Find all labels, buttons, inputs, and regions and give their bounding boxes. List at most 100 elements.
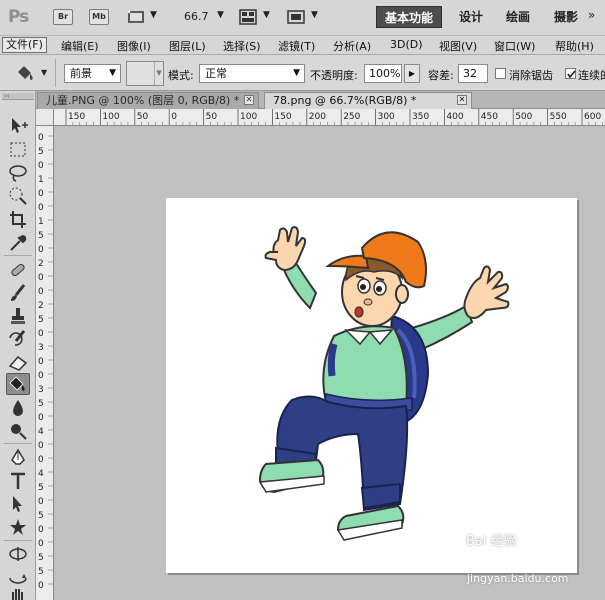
- tools-panel: ‹‹: [0, 91, 36, 600]
- lasso-icon: [9, 165, 27, 182]
- launch-mini-bridge-button[interactable]: Mb: [89, 9, 109, 25]
- opacity-input[interactable]: 100%: [364, 64, 402, 83]
- path-selection-tool[interactable]: [6, 493, 30, 515]
- eyedropper-icon: [10, 234, 27, 251]
- application-bar: Ps Br Mb ▼ 66.7 ▼ ▼ ▼ 基本功能 设计 绘画 摄影 »: [0, 0, 605, 36]
- screen-mode-button[interactable]: [287, 9, 305, 25]
- document-tab-inactive[interactable]: 儿童.PNG @ 100% (图层 0, RGB/8) * ✕: [37, 92, 259, 109]
- contiguous-checkbox[interactable]: [565, 68, 576, 79]
- pattern-picker[interactable]: ▼: [126, 61, 164, 86]
- clone-stamp-tool[interactable]: [6, 305, 30, 327]
- blend-mode-select[interactable]: 正常 ▼: [199, 64, 305, 83]
- ruler-label: 0: [38, 245, 44, 255]
- workspace-photography-button[interactable]: 摄影: [546, 6, 586, 28]
- workspace-essentials-button[interactable]: 基本功能: [376, 6, 443, 28]
- more-workspaces-button[interactable]: »: [588, 8, 595, 22]
- mode-label: 模式:: [168, 69, 194, 82]
- menu-window[interactable]: 窗口(W): [494, 38, 535, 54]
- 3d-rotate-tool[interactable]: [6, 543, 30, 565]
- menu-analysis[interactable]: 分析(A): [333, 38, 371, 54]
- blur-tool[interactable]: [6, 397, 30, 419]
- workspace-design-button[interactable]: 设计: [451, 6, 491, 28]
- horizontal-ruler[interactable]: 150 100 50 0 50 100 150 200 250 300 350 400 450 500 55…: [54, 109, 605, 126]
- workspace-painting-button[interactable]: 绘画: [498, 6, 538, 28]
- view-extras-button[interactable]: [127, 9, 145, 25]
- chevron-down-icon[interactable]: ▼: [41, 68, 47, 77]
- move-tool[interactable]: [6, 115, 30, 137]
- ruler-label: 300: [378, 112, 395, 122]
- menu-filter[interactable]: 滤镜(T): [278, 38, 315, 54]
- chevron-down-icon[interactable]: ▼: [311, 10, 318, 20]
- chevron-down-icon[interactable]: ▼: [217, 10, 224, 20]
- divider: [55, 59, 56, 87]
- document-tab-active[interactable]: 78.png @ 66.7%(RGB/8) * ✕: [264, 92, 472, 109]
- tool-options-bar: ▼ 前景 ▼ ▼ 模式: 正常 ▼ 不透明度: 100% ▶ 容差: 32 消除锯齿…: [0, 55, 605, 91]
- chevron-down-icon[interactable]: ▼: [150, 10, 157, 20]
- ruler-label: 250: [343, 112, 360, 122]
- ruler-label: 5: [38, 567, 44, 577]
- antialias-checkbox[interactable]: [495, 68, 506, 79]
- type-icon: [11, 472, 25, 489]
- menu-help[interactable]: 帮助(H): [555, 38, 594, 54]
- ruler-label: 350: [412, 112, 429, 122]
- ruler-label: 0: [38, 441, 44, 451]
- dodge-tool[interactable]: [6, 420, 30, 442]
- menu-layer[interactable]: 图层(L): [169, 38, 206, 54]
- boy-illustration: [258, 226, 510, 541]
- ruler-label: 0: [38, 329, 44, 339]
- menu-edit[interactable]: 编辑(E): [61, 38, 99, 54]
- ruler-label: 0: [38, 581, 44, 591]
- menu-select[interactable]: 选择(S): [223, 38, 261, 54]
- vertical-ruler[interactable]: 0 5 0 1 0 0 1 5 0 2 0 0 2 5 0 3 0 0 3 5 0 4 0 0 4 5 0 5 0 0 5 5 0: [36, 126, 54, 600]
- ruler-label: 0: [38, 539, 44, 549]
- shape-tool[interactable]: [6, 516, 30, 538]
- paint-bucket-icon: [18, 66, 33, 80]
- ruler-label: 50: [206, 112, 218, 122]
- fill-source-select[interactable]: 前景 ▼: [64, 64, 121, 83]
- opacity-slider-button[interactable]: ▶: [404, 64, 420, 83]
- tool-preset-picker[interactable]: [14, 63, 36, 83]
- antialias-label: 消除锯齿: [509, 69, 553, 82]
- ruler-label: 50: [137, 112, 149, 122]
- paint-bucket-tool[interactable]: [6, 373, 30, 395]
- eraser-tool[interactable]: [6, 351, 30, 373]
- ruler-label: 5: [38, 483, 44, 493]
- ruler-label: 600: [584, 112, 601, 122]
- close-icon[interactable]: ✕: [244, 95, 254, 105]
- tolerance-label: 容差:: [428, 69, 454, 82]
- type-tool[interactable]: [6, 470, 30, 492]
- menu-file[interactable]: 文件(F): [2, 37, 47, 53]
- document-canvas[interactable]: [166, 198, 577, 573]
- lasso-tool[interactable]: [6, 162, 30, 184]
- zoom-level[interactable]: 66.7: [184, 10, 209, 23]
- ruler-label: 0: [38, 525, 44, 535]
- ruler-label: 2: [38, 301, 44, 311]
- panel-collapse-handle[interactable]: ‹‹: [2, 93, 34, 100]
- canvas-workspace[interactable]: [54, 126, 605, 600]
- ruler-label: 0: [38, 371, 44, 381]
- healing-brush-tool[interactable]: [6, 259, 30, 281]
- tolerance-input[interactable]: 32: [458, 64, 488, 83]
- quick-selection-tool[interactable]: [6, 185, 30, 207]
- photoshop-logo: Ps: [8, 7, 29, 27]
- menu-image[interactable]: 图像(I): [117, 38, 151, 54]
- marquee-tool[interactable]: [6, 139, 30, 161]
- eyedropper-tool[interactable]: [6, 232, 30, 254]
- pen-tool[interactable]: [6, 447, 30, 469]
- brush-tool[interactable]: [6, 282, 30, 304]
- ruler-label: 450: [481, 112, 498, 122]
- 3d-orbit-tool[interactable]: [6, 566, 30, 588]
- menu-view[interactable]: 视图(V): [439, 38, 477, 54]
- pen-icon: [11, 448, 25, 465]
- close-icon[interactable]: ✕: [457, 95, 467, 105]
- ruler-label: 2: [38, 259, 44, 269]
- ruler-label: 150: [68, 112, 85, 122]
- launch-bridge-button[interactable]: Br: [53, 9, 73, 25]
- chevron-down-icon[interactable]: ▼: [263, 10, 270, 20]
- menu-3d[interactable]: 3D(D): [390, 38, 423, 51]
- crop-tool[interactable]: [6, 209, 30, 231]
- history-brush-tool[interactable]: [6, 328, 30, 350]
- hand-tool[interactable]: [6, 586, 30, 600]
- ruler-origin[interactable]: [36, 109, 54, 126]
- arrange-documents-button[interactable]: [239, 9, 257, 25]
